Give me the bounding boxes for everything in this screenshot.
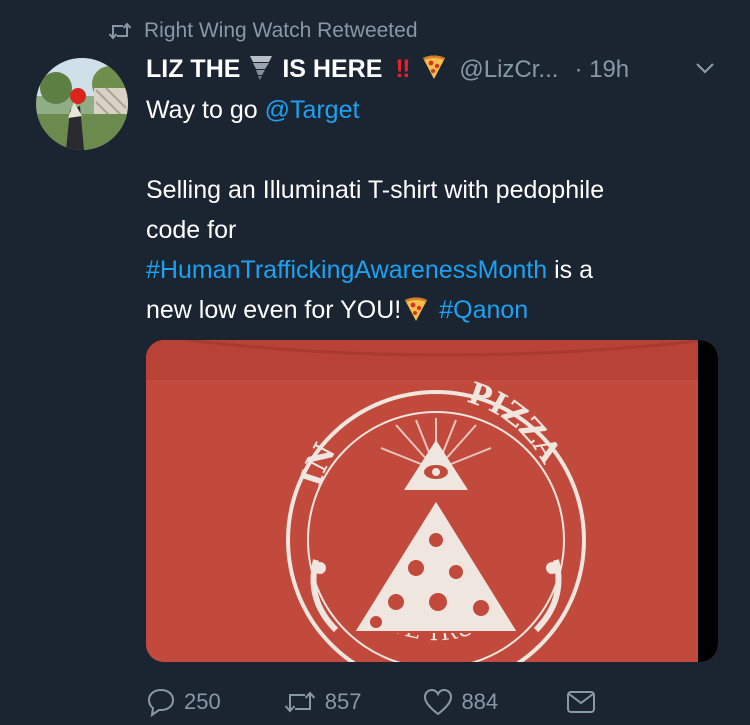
heart-icon bbox=[423, 688, 453, 716]
chevron-down-icon[interactable] bbox=[694, 60, 716, 81]
double-exclamation-icon: ‼ bbox=[395, 54, 411, 83]
tornado-emoji-icon bbox=[249, 54, 273, 87]
envelope-icon bbox=[566, 690, 596, 714]
avatar[interactable] bbox=[36, 58, 128, 150]
direct-message-button[interactable] bbox=[566, 690, 596, 714]
retweet-count: 857 bbox=[324, 689, 362, 714]
retweet-icon bbox=[283, 690, 317, 714]
tweet-media-image[interactable]: IN PIZZA WE TRUST bbox=[146, 340, 718, 662]
retweet-button[interactable]: 857 bbox=[283, 689, 362, 715]
retweet-context[interactable]: Right Wing Watch Retweeted bbox=[108, 16, 418, 46]
pizza-emoji-icon bbox=[403, 294, 429, 334]
hashtag-link[interactable]: #Qanon bbox=[439, 296, 528, 324]
like-button[interactable]: 884 bbox=[423, 688, 498, 716]
pizza-emoji-icon bbox=[421, 54, 447, 87]
tweet-card: Right Wing Watch Retweeted LIZ THE IS HE… bbox=[0, 0, 750, 725]
reply-count: 250 bbox=[184, 689, 221, 714]
retweet-context-label: Right Wing Watch Retweeted bbox=[144, 19, 418, 42]
display-name[interactable]: LIZ THE IS HERE ‼ bbox=[146, 54, 447, 87]
user-handle[interactable]: @LizCr... bbox=[459, 56, 558, 84]
like-count: 884 bbox=[461, 689, 499, 714]
retweet-icon bbox=[108, 22, 132, 40]
tweet-header: LIZ THE IS HERE ‼ @LizCr... · 19h bbox=[146, 50, 726, 90]
reply-button[interactable]: 250 bbox=[146, 687, 221, 717]
hashtag-link[interactable]: #HumanTraffickingAwarenessMonth bbox=[146, 256, 547, 284]
timestamp[interactable]: · 19h bbox=[574, 56, 629, 84]
reply-icon bbox=[146, 687, 176, 717]
tweet-actions: 250 857 884 bbox=[146, 682, 706, 722]
tweet-text: Way to go @Target Selling an Illuminati … bbox=[146, 90, 726, 334]
mention-link[interactable]: @Target bbox=[265, 96, 360, 124]
